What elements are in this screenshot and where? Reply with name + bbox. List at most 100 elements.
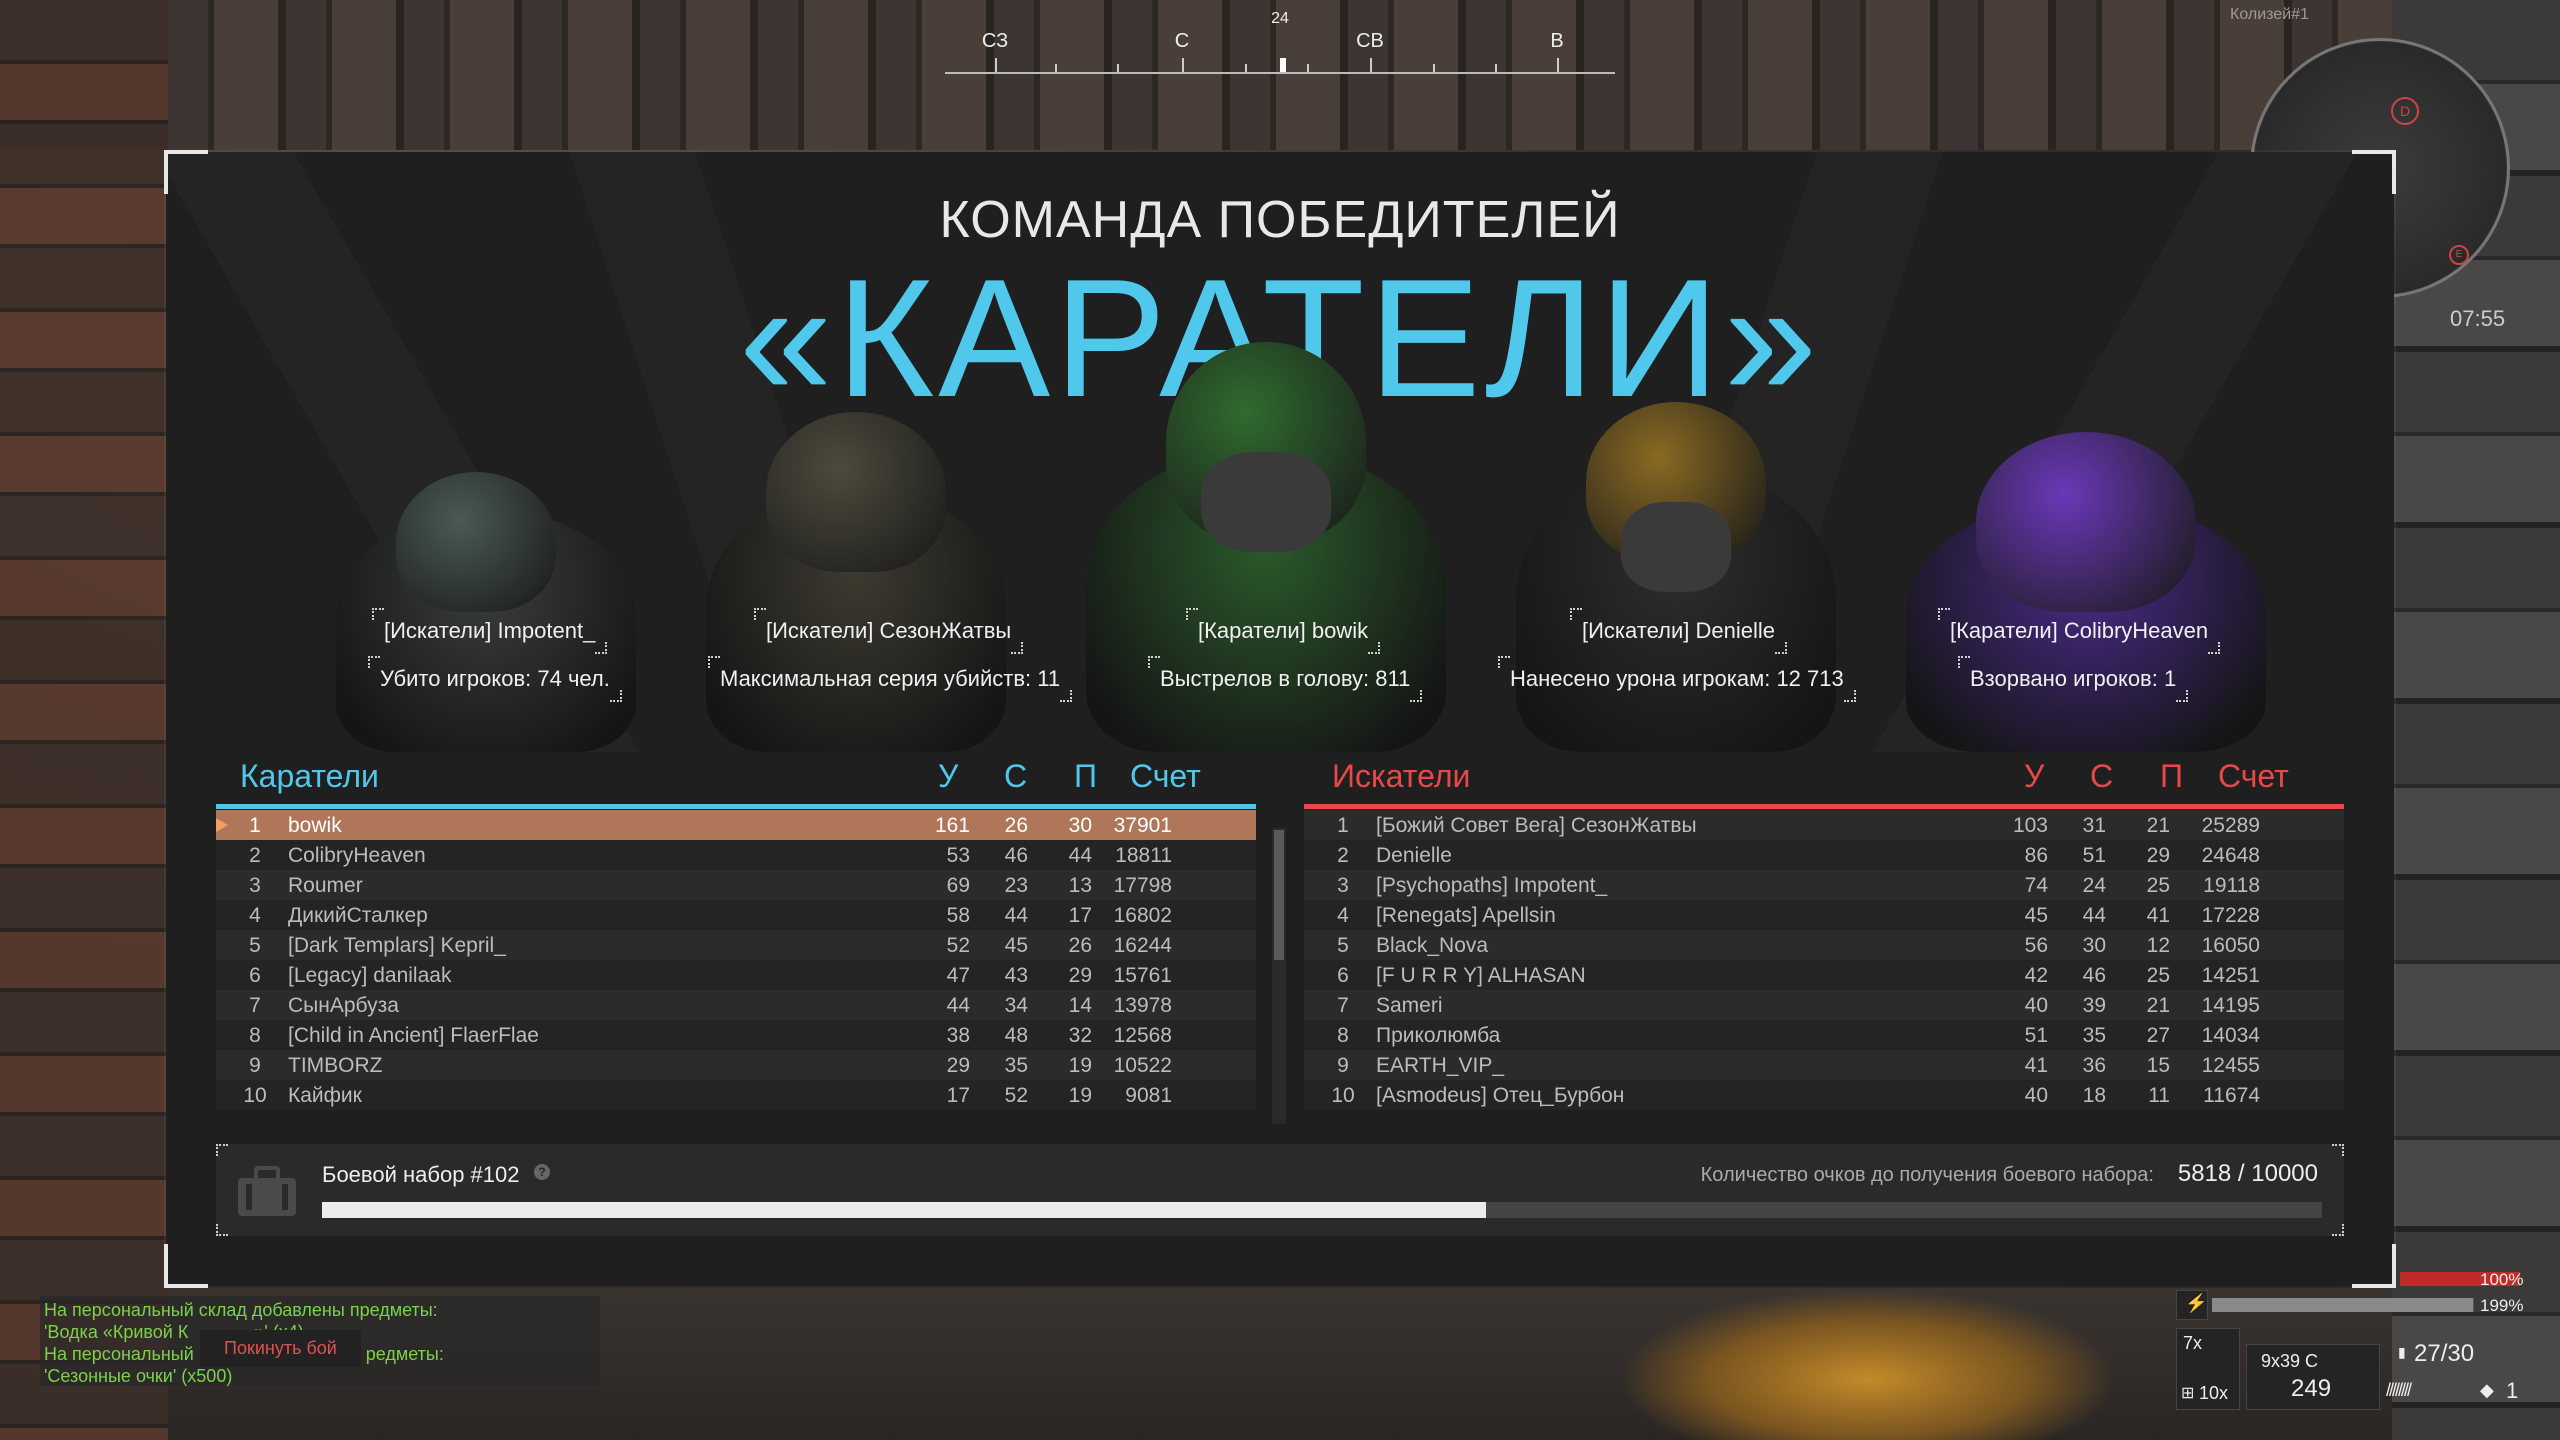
- scoreboard-scrollbar[interactable]: [1272, 828, 1286, 1124]
- frame-corner: [216, 1144, 228, 1156]
- assists-cell: 19: [1068, 1054, 1092, 1077]
- kills-cell: 56: [2024, 934, 2048, 957]
- deaths-cell: 18: [2082, 1084, 2106, 1107]
- assists-cell: 25: [2146, 874, 2170, 897]
- leave-battle-button[interactable]: Покинуть бой: [200, 1330, 361, 1367]
- ammo-type: 9x39 С: [2261, 1351, 2319, 1371]
- hero-stat-label: Взорвано игроков: 1: [1958, 656, 2189, 702]
- assists-cell: 32: [1068, 1024, 1092, 1047]
- kills-cell: 161: [934, 814, 970, 837]
- player-name-cell: [F U R R Y] ALHASAN: [1376, 964, 1586, 987]
- deaths-cell: 52: [1004, 1084, 1028, 1107]
- scope-zoom: 7x: [2183, 1333, 2203, 1353]
- deaths-cell: 44: [2082, 904, 2106, 927]
- table-row[interactable]: 6 [F U R R Y] ALHASAN 42 46 25 14251: [1304, 960, 2344, 990]
- hero-helmet: [1976, 432, 2196, 612]
- player-list: 1 [Божий Совет Вега] СезонЖатвы 103 31 21 252…: [1304, 810, 2344, 1110]
- ammo-type-slot[interactable]: 9x39 С 249: [2246, 1344, 2380, 1410]
- score-cell: 19118: [2203, 874, 2260, 897]
- table-row[interactable]: 10 [Asmodeus] Отец_Бурбон 40 18 11 11674: [1304, 1080, 2344, 1110]
- winner-subtitle: КОМАНДА ПОБЕДИТЕЛЕЙ: [939, 191, 1621, 249]
- table-row[interactable]: 3 Roumer 69 23 13 17798: [216, 870, 1256, 900]
- score-cell: 12455: [2201, 1054, 2260, 1077]
- table-row[interactable]: 1 [Божий Совет Вега] СезонЖатвы 103 31 21 252…: [1304, 810, 2344, 840]
- kills-cell: 74: [2024, 874, 2048, 897]
- kills-cell: 53: [946, 844, 970, 867]
- deaths-cell: 23: [1004, 874, 1028, 897]
- table-row[interactable]: 4 [Renegats] Apellsin 45 44 41 17228: [1304, 900, 2344, 930]
- assists-cell: 27: [2146, 1024, 2170, 1047]
- table-row[interactable]: 2 Denielle 86 51 29 24648: [1304, 840, 2344, 870]
- frame-corner: [2352, 150, 2396, 194]
- table-row[interactable]: 4 ДикийСталкер 58 44 17 16802: [216, 900, 1256, 930]
- compass-tick: [1370, 58, 1372, 72]
- battle-kit-progress-bar: [322, 1202, 2322, 1218]
- table-row[interactable]: 9 EARTH_VIP_ 41 36 15 12455: [1304, 1050, 2344, 1080]
- table-row[interactable]: 8 [Child in Ancient] FlaerFlae 38 48 32 12568: [216, 1020, 1256, 1050]
- table-row-current-player[interactable]: 1 bowik 161 26 30 37901: [216, 810, 1256, 840]
- rank-cell: 1: [1337, 814, 1349, 837]
- deaths-cell: 48: [1004, 1024, 1028, 1047]
- rank-cell: 6: [249, 964, 261, 987]
- table-row[interactable]: 5 [Dark Templars] Kepril_ 52 45 26 16244: [216, 930, 1256, 960]
- help-icon[interactable]: ?: [534, 1164, 550, 1180]
- deaths-cell: 36: [2082, 1054, 2106, 1077]
- column-kills: У: [938, 758, 959, 794]
- gas-mask: [1621, 502, 1731, 592]
- team-name: Каратели: [240, 758, 379, 794]
- score-cell: 15761: [1113, 964, 1172, 987]
- chat-message-text: На персональный: [44, 1344, 194, 1364]
- rank-cell: 6: [1337, 964, 1349, 987]
- assists-cell: 25: [2146, 964, 2170, 987]
- deaths-cell: 43: [1004, 964, 1028, 987]
- energy-icon: ⚡: [2176, 1290, 2208, 1320]
- chat-message-text: редметы:: [365, 1344, 444, 1364]
- compass-mark-nw: СЗ: [981, 30, 1009, 52]
- table-row[interactable]: 8 Приколюмба 51 35 27 14034: [1304, 1020, 2344, 1050]
- assists-cell: 29: [1068, 964, 1092, 987]
- table-row[interactable]: 5 Black_Nova 56 30 12 16050: [1304, 930, 2344, 960]
- player-name-cell: TIMBORZ: [288, 1054, 383, 1077]
- deaths-cell: 26: [1004, 814, 1028, 837]
- team-color-bar: [1304, 804, 2344, 809]
- score-cell: 13978: [1113, 994, 1172, 1017]
- compass-mark-n: С: [1174, 30, 1190, 52]
- frame-corner: [2332, 1144, 2344, 1156]
- hero-helmet: [396, 472, 556, 612]
- table-row[interactable]: 2 ColibryHeaven 53 46 44 18811: [216, 840, 1256, 870]
- table-row[interactable]: 9 TIMBORZ 29 35 19 10522: [216, 1050, 1256, 1080]
- compass-mark-e: В: [1550, 30, 1564, 52]
- deaths-cell: 24: [2082, 874, 2106, 897]
- plus-icon: ⊞: [2181, 1385, 2195, 1402]
- table-row[interactable]: 7 Sameri 40 39 21 14195: [1304, 990, 2344, 1020]
- kills-cell: 44: [946, 994, 970, 1017]
- score-cell: 11674: [2203, 1084, 2260, 1107]
- column-score: Счет: [1130, 758, 1201, 794]
- score-cell: 14251: [2201, 964, 2260, 987]
- table-row[interactable]: 6 [Legacy] danilaak 47 43 29 15761: [216, 960, 1256, 990]
- rank-cell: 1: [249, 814, 261, 837]
- kills-cell: 40: [2024, 1084, 2048, 1107]
- rank-cell: 3: [1337, 874, 1349, 897]
- player-name-cell: [Legacy] danilaak: [288, 964, 452, 987]
- rank-cell: 5: [1337, 934, 1349, 957]
- table-row[interactable]: 3 [Psychopaths] Impotent_ 74 24 25 19118: [1304, 870, 2344, 900]
- hero-model: [326, 452, 656, 752]
- results-panel: КОМАНДА ПОБЕДИТЕЛЕЙ «КАРАТЕЛИ» [Искатели…: [164, 150, 2396, 1288]
- scope-slot[interactable]: 7x 10x ⊞: [2176, 1328, 2240, 1410]
- scrollbar-thumb[interactable]: [1274, 830, 1284, 960]
- player-name-cell: Black_Nova: [1376, 934, 1489, 957]
- compass-tick: [1557, 58, 1559, 72]
- score-cell: 17228: [2201, 904, 2260, 927]
- score-cell: 17798: [1113, 874, 1172, 897]
- battle-kit-points: 5818 / 10000: [2177, 1160, 2318, 1187]
- table-row[interactable]: 7 СынАрбуза 44 34 14 13978: [216, 990, 1256, 1020]
- table-row[interactable]: 10 Кайфик 17 52 19 9081: [216, 1080, 1256, 1110]
- stamina-bar: [2212, 1298, 2474, 1312]
- assists-cell: 41: [2146, 904, 2170, 927]
- compass-line: [945, 72, 1615, 74]
- compass-tick: [1055, 64, 1057, 72]
- player-list: 1 bowik 161 26 30 37901 2 ColibryHeaven 53 46 44 18…: [216, 810, 1256, 1110]
- magazines-icon: ////////: [2386, 1380, 2412, 1400]
- kills-cell: 42: [2024, 964, 2048, 987]
